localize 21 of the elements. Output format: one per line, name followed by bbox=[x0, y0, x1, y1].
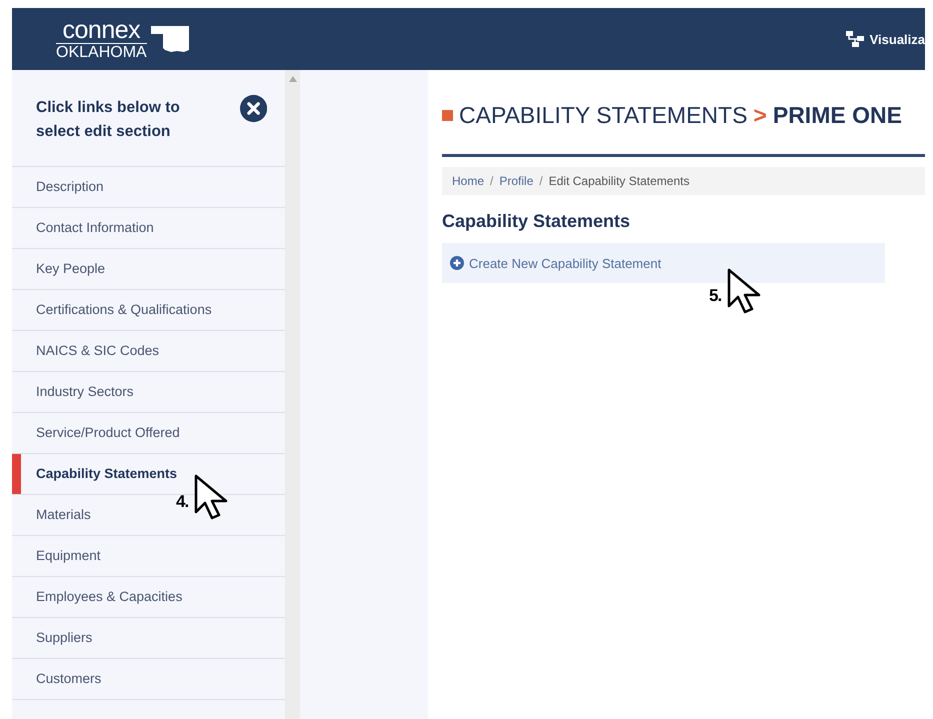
square-icon bbox=[442, 110, 453, 120]
breadcrumb-separator: / bbox=[539, 174, 543, 188]
state-outline-icon bbox=[150, 24, 191, 54]
company-name: PRIME ONE bbox=[772, 102, 902, 128]
section-heading: Capability Statements bbox=[442, 211, 632, 233]
plus-circle-icon bbox=[450, 256, 464, 270]
step-number: 4. bbox=[176, 492, 188, 512]
breadcrumb-current: Edit Capability Statements bbox=[548, 174, 690, 188]
breadcrumb-link[interactable]: Profile bbox=[499, 174, 534, 188]
page-title: CAPABILITY STATEMENTS bbox=[459, 102, 748, 128]
breadcrumb-link[interactable]: Home bbox=[452, 174, 484, 188]
step-number: 5. bbox=[709, 286, 722, 306]
separator-chevron: > bbox=[753, 102, 767, 128]
nav-link[interactable]: Visualiza bbox=[870, 32, 925, 46]
create-link[interactable]: Create New Capability Statement bbox=[450, 256, 662, 270]
logo-wordmark: connex bbox=[62, 18, 140, 42]
breadcrumb-separator: / bbox=[490, 174, 494, 188]
sidebar-instructions: Click links below to select edit section bbox=[36, 98, 181, 142]
close-icon[interactable] bbox=[240, 94, 267, 123]
hierarchy-icon bbox=[846, 31, 864, 47]
logo-subtitle: OKLAHOMA bbox=[56, 42, 147, 60]
